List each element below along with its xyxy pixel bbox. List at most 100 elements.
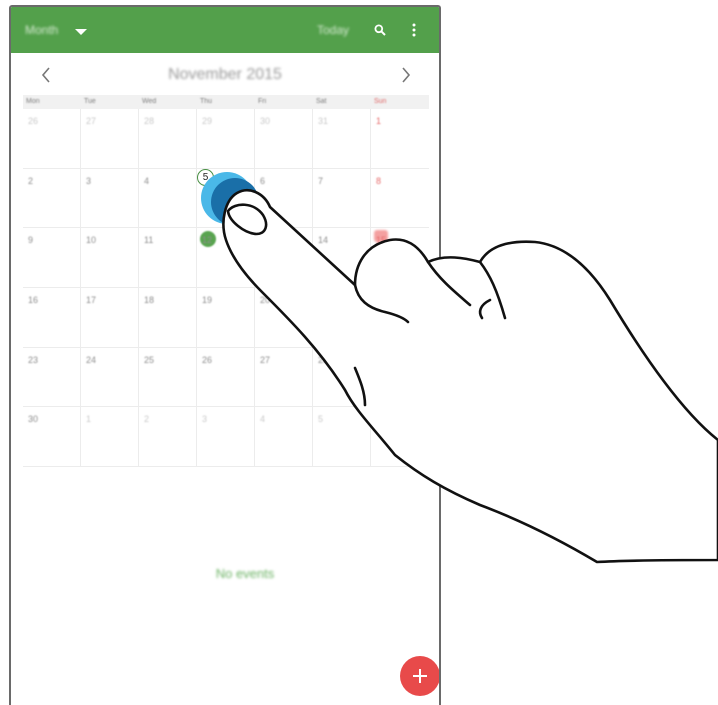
day-number: 1 [86,414,92,425]
day-cell[interactable]: 25 [139,347,197,408]
day-cell[interactable]: 7 [313,168,371,229]
day-number: 9 [28,235,34,246]
weekday-header-row: Mon Tue Wed Thu Fri Sat Sun [23,95,429,109]
search-icon[interactable] [374,24,386,36]
day-number: 3 [86,175,92,186]
no-events-message: No events [215,566,275,581]
day-number: 2 [144,414,150,425]
day-cell[interactable]: 9 [23,228,81,288]
day-cell[interactable]: 27 [81,109,139,169]
today-button[interactable]: Today [317,23,349,37]
day-cell[interactable]: 28 [139,109,197,169]
day-cell[interactable]: 13 [255,228,313,288]
day-number: 20 [260,295,271,305]
day-cell[interactable]: 23 [23,347,81,408]
day-cell[interactable]: 20 [255,288,313,348]
day-number: 18 [144,295,155,305]
weekday-label: Wed [142,98,157,105]
day-cell[interactable]: 19 [197,288,255,348]
day-cell[interactable]: 6 [371,407,429,467]
day-cell[interactable]: 5 [197,168,255,229]
day-number: 28 [318,354,329,365]
day-number: 4 [144,175,150,186]
day-number: 19 [202,295,213,305]
day-number: 12 [202,235,213,246]
weekday-label: Thu [200,98,213,105]
day-number: 5 [202,171,209,183]
day-number: 7 [318,175,324,186]
day-cell[interactable]: 6 [255,168,313,229]
day-number: 30 [260,116,271,126]
day-cell[interactable]: 3 [81,168,139,229]
more-vert-icon[interactable] [412,23,416,37]
day-cell[interactable]: 5 [313,407,371,467]
day-cell[interactable]: 12 [197,228,255,288]
day-cell[interactable]: 21 [313,288,371,348]
day-cell[interactable]: 22 [371,288,429,348]
day-number: 27 [260,354,271,365]
view-selector-label[interactable]: Month [25,23,58,37]
month-title: November 2015 [168,66,282,83]
dropdown-caret-icon[interactable] [75,29,87,35]
day-cell[interactable]: 18 [139,288,197,348]
day-number: 14 [318,235,329,246]
day-number: 4 [260,414,266,425]
day-number: 13 [260,235,271,246]
day-number: 24 [86,354,97,365]
day-number: 29 [376,354,387,365]
day-number: 15 [376,235,387,246]
day-cell[interactable]: 14 [313,228,371,288]
month-grid: 26 27 28 29 30 31 1 2 3 4 5 6 7 8 9 10 11 12 13 14 15 16 17 18 1… [23,109,429,467]
day-cell[interactable]: 24 [81,347,139,408]
day-cell[interactable]: 8 [371,169,429,229]
weekday-label: Tue [84,98,96,105]
day-cell[interactable]: 29 [197,109,255,169]
day-number: 22 [376,295,387,305]
day-cell[interactable]: 26 [23,109,81,169]
day-number: 26 [202,354,213,365]
day-cell[interactable]: 3 [197,407,255,467]
day-number: 1 [376,116,382,126]
day-cell[interactable]: 30 [23,407,81,467]
day-number: 28 [144,116,155,126]
day-number: 25 [144,354,155,365]
day-cell[interactable]: 1 [371,109,429,169]
day-number: 3 [202,414,208,425]
day-cell[interactable]: 17 [81,288,139,348]
weekday-label: Mon [26,98,40,105]
day-cell[interactable]: 16 [23,288,81,348]
day-cell[interactable]: 2 [139,407,197,467]
day-cell[interactable]: 15 [371,228,429,288]
day-cell[interactable]: 1 [81,407,139,467]
day-cell[interactable]: 4 [139,168,197,229]
plus-icon [413,669,427,683]
day-cell[interactable]: 26 [197,347,255,408]
day-number: 5 [318,414,324,425]
day-number: 8 [376,175,382,186]
add-event-button[interactable] [400,656,439,696]
day-number: 29 [202,116,213,126]
weekday-label: Sat [316,98,327,105]
day-number: 26 [28,116,39,126]
day-cell[interactable]: 29 [371,348,429,408]
day-cell[interactable]: 10 [81,228,139,288]
day-number: 21 [318,295,329,305]
day-number: 11 [144,235,154,246]
weekday-label: Fri [258,98,267,105]
day-cell[interactable]: 2 [23,168,81,229]
day-cell[interactable]: 11 [139,228,197,288]
day-cell[interactable]: 27 [255,347,313,408]
app-bar: Month Today [11,7,439,53]
day-cell[interactable]: 28 [313,347,371,408]
day-number: 23 [28,354,39,365]
day-cell[interactable]: 4 [255,407,313,467]
weekday-label: Sun [374,98,387,105]
day-number: 10 [86,235,97,246]
day-cell[interactable]: 30 [255,109,313,169]
day-cell[interactable]: 31 [313,109,371,169]
day-number: 17 [86,295,97,305]
selected-day-ring: 5 [197,168,214,186]
day-number: 2 [28,175,34,186]
day-number: 16 [28,295,39,305]
chevron-right-icon[interactable] [401,66,411,84]
